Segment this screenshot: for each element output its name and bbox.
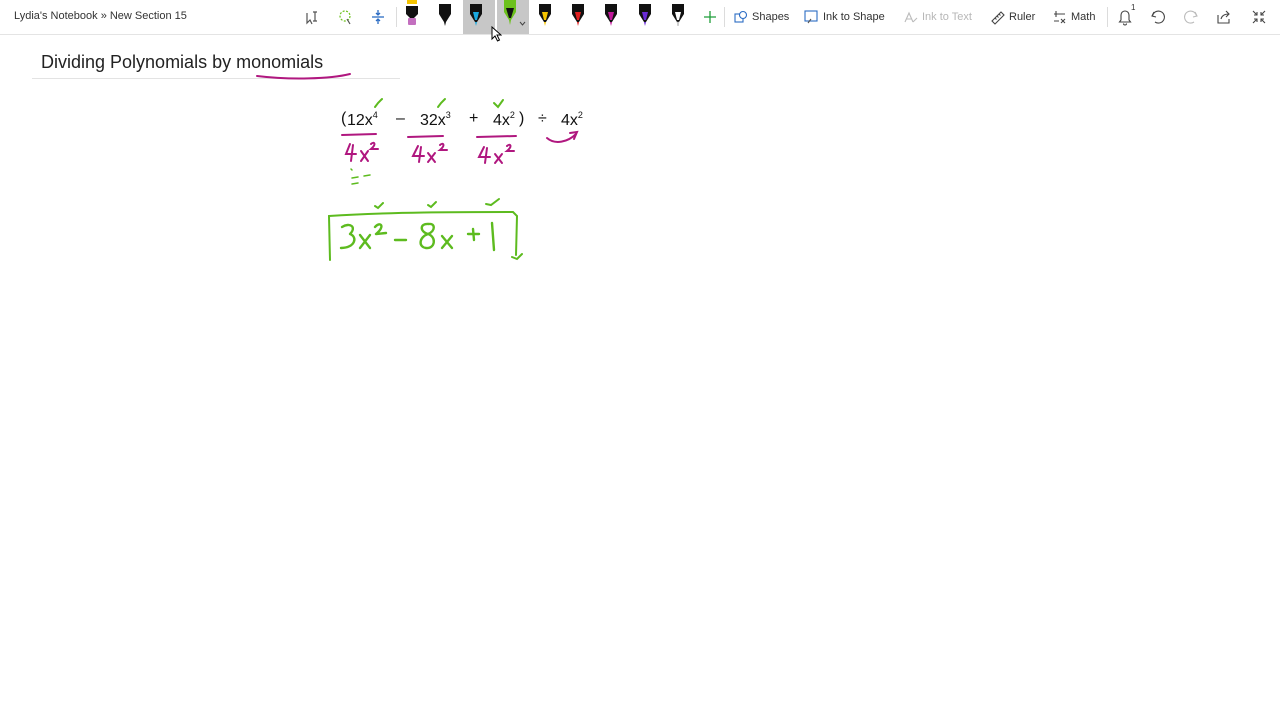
ink-drawing-layer[interactable] bbox=[0, 35, 1280, 720]
answer-check-1 bbox=[374, 202, 384, 210]
yellow-pen-icon[interactable] bbox=[533, 0, 557, 34]
toolbar-divider bbox=[724, 7, 725, 27]
purple-pen-icon[interactable] bbox=[633, 0, 657, 34]
check-mark-term2 bbox=[437, 98, 446, 108]
equals-mark bbox=[350, 168, 371, 185]
magenta-pen-icon[interactable] bbox=[599, 0, 623, 34]
black-pen-icon[interactable] bbox=[433, 0, 457, 34]
mouse-pointer-icon bbox=[491, 25, 503, 47]
math-label: Math bbox=[1071, 11, 1096, 23]
math-button[interactable]: Math bbox=[1052, 8, 1095, 26]
red-pen-icon[interactable] bbox=[566, 0, 590, 34]
math-icon bbox=[1054, 10, 1066, 23]
notebook-page-canvas[interactable]: Dividing Polynomials by monomials ( 12x4… bbox=[0, 25, 1280, 720]
add-pen-icon[interactable] bbox=[700, 4, 720, 30]
highlighter-pen-icon[interactable] bbox=[400, 0, 424, 34]
denominator-4x2-3 bbox=[477, 143, 515, 164]
ruler-label: Ruler bbox=[1009, 11, 1036, 23]
ruler-icon bbox=[991, 10, 1005, 25]
shapes-label: Shapes bbox=[752, 11, 790, 23]
division-bar-1 bbox=[341, 133, 377, 136]
toolbar-divider bbox=[396, 7, 397, 27]
ink-to-shape-label: Ink to Shape bbox=[823, 11, 885, 23]
ink-to-text-icon bbox=[904, 11, 918, 23]
check-mark-term1 bbox=[374, 98, 383, 108]
ink-to-text-button[interactable]: Ink to Text bbox=[903, 8, 972, 26]
white-pen-icon[interactable] bbox=[666, 0, 690, 34]
ribbon-toolbar: Lydia's Notebook » New Section 15 Shapes… bbox=[0, 0, 1280, 35]
check-mark-term3 bbox=[493, 99, 504, 109]
breadcrumb[interactable]: Lydia's Notebook » New Section 15 bbox=[14, 10, 187, 22]
ink-to-text-label: Ink to Text bbox=[922, 11, 972, 23]
answer-check-3 bbox=[485, 198, 500, 207]
handwritten-answer bbox=[339, 221, 496, 252]
denominator-4x2-1 bbox=[344, 141, 379, 162]
share-icon[interactable] bbox=[1213, 4, 1235, 30]
lasso-select-icon[interactable] bbox=[333, 4, 357, 30]
division-bar-2 bbox=[407, 135, 444, 138]
add-space-icon[interactable] bbox=[366, 4, 390, 30]
shapes-icon bbox=[734, 10, 748, 23]
redo-icon[interactable] bbox=[1180, 4, 1202, 30]
ink-to-shape-icon bbox=[804, 10, 818, 24]
notification-count: 1 bbox=[1131, 3, 1136, 12]
answer-check-2 bbox=[427, 201, 437, 209]
toolbar-divider bbox=[1107, 7, 1108, 27]
shapes-button[interactable]: Shapes bbox=[734, 8, 789, 26]
type-select-icon[interactable] bbox=[300, 4, 324, 30]
division-bar-3 bbox=[476, 135, 517, 138]
ruler-button[interactable]: Ruler bbox=[990, 8, 1035, 26]
denominator-4x2-2 bbox=[411, 142, 448, 163]
notification-bell-icon[interactable]: 1 bbox=[1114, 3, 1138, 30]
ink-to-shape-button[interactable]: Ink to Shape bbox=[804, 8, 885, 26]
undo-icon[interactable] bbox=[1147, 4, 1169, 30]
divisor-curved-arrow bbox=[546, 133, 577, 143]
title-ink-underline bbox=[256, 73, 351, 80]
collapse-fullscreen-icon[interactable] bbox=[1248, 4, 1270, 30]
